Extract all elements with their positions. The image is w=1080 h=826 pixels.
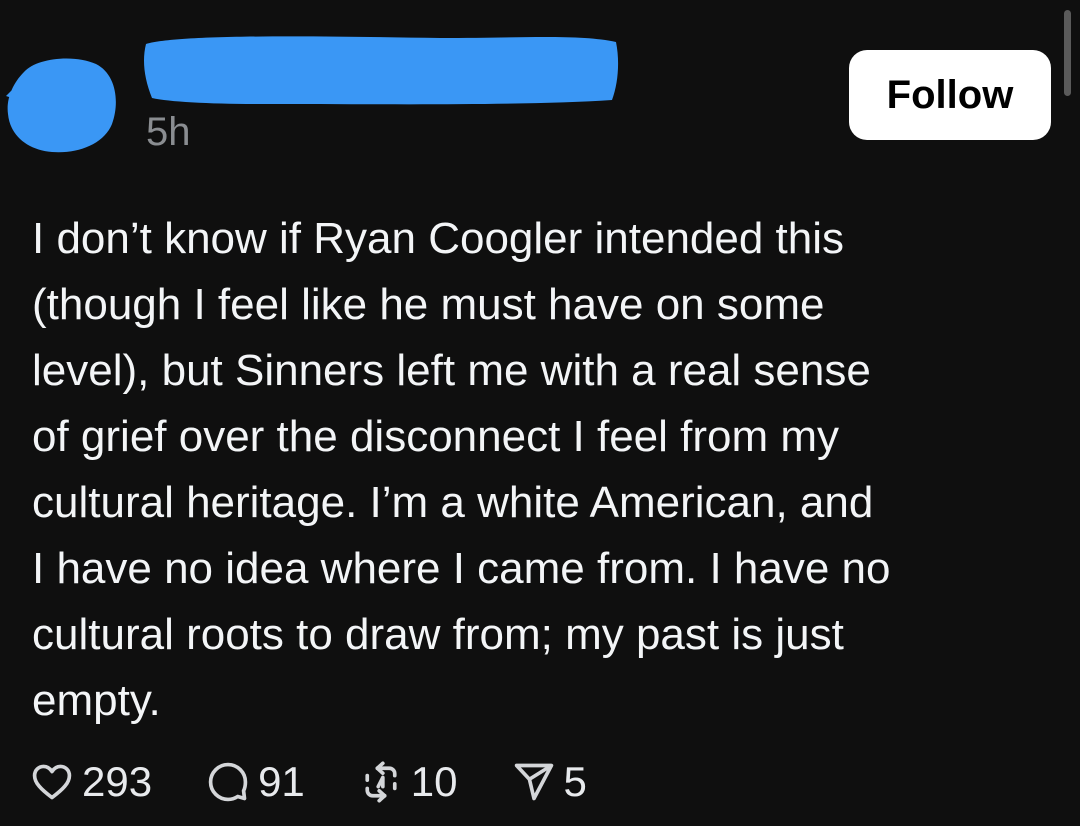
heart-icon [32, 764, 72, 800]
like-button[interactable]: 293 [30, 758, 152, 806]
repost-button[interactable]: 10 [359, 758, 458, 806]
post-text-line: level), but Sinners left me with a real … [32, 346, 871, 395]
post-text-line: cultural roots to draw from; my past is … [32, 610, 844, 659]
share-count: 5 [563, 758, 587, 805]
post-timestamp: 5h [146, 110, 191, 154]
action-bar: 293 91 10 5 [30, 752, 641, 812]
post-text-line: cultural heritage. I’m a white American,… [32, 478, 874, 527]
follow-button[interactable]: Follow [849, 50, 1051, 140]
post-text-line: I don’t know if Ryan Coogler intended th… [32, 214, 845, 263]
repost-icon [365, 761, 397, 803]
send-icon [514, 763, 553, 801]
comment-icon [208, 762, 248, 802]
like-count: 293 [82, 758, 153, 805]
scrollbar[interactable] [1064, 10, 1071, 96]
post-text: I don’t know if Ryan Coogler intended th… [32, 206, 1052, 734]
repost-count: 10 [410, 758, 458, 805]
post-text-line: of grief over the disconnect I feel from… [32, 412, 840, 461]
post-card: 5h Follow I don’t know if Ryan Coogler i… [0, 0, 1080, 826]
post-text-line: empty. [32, 676, 161, 725]
reply-count: 91 [258, 758, 305, 805]
reply-button[interactable]: 91 [206, 758, 305, 806]
username-redaction [144, 36, 619, 105]
avatar[interactable] [4, 52, 118, 156]
post-text-line: I have no idea where I came from. I have… [32, 544, 891, 593]
post-text-line: (though I feel like he must have on some [32, 280, 825, 329]
share-button[interactable]: 5 [512, 758, 587, 806]
